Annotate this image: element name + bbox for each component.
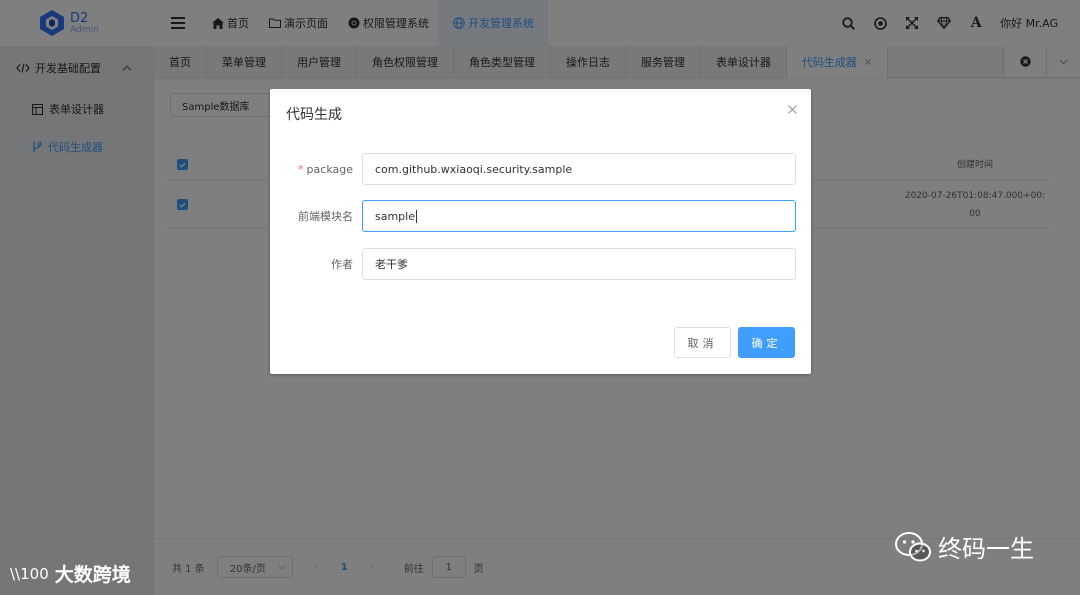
field-label-text: package xyxy=(306,162,353,176)
field-label-author: 作者 xyxy=(331,258,353,271)
form-row-module-name: 前端模块名 sample xyxy=(270,200,811,232)
watermark-left-text: 大数跨境 xyxy=(54,564,131,586)
watermark-left: \\100 大数跨境 xyxy=(10,560,131,587)
package-input-value: com.github.wxiaoqi.security.sample xyxy=(375,162,573,176)
module-name-input-value: sample xyxy=(375,209,415,223)
confirm-button[interactable]: 确定 xyxy=(738,327,795,358)
watermark-badge: \\100 xyxy=(10,564,49,583)
form-row-author: 作者 老干爹 xyxy=(270,248,811,280)
wechat-icon xyxy=(895,531,931,561)
text-cursor xyxy=(416,209,417,223)
field-label-module-name: 前端模块名 xyxy=(298,210,353,223)
package-input[interactable]: com.github.wxiaoqi.security.sample xyxy=(362,153,796,185)
form-row-package: * package com.github.wxiaoqi.security.sam… xyxy=(270,153,811,185)
watermark-right: 终码一生 xyxy=(894,529,1034,564)
required-mark: * xyxy=(298,162,304,176)
dialog-title: 代码生成 xyxy=(286,107,342,123)
module-name-input[interactable]: sample xyxy=(362,200,796,232)
watermark-right-text: 终码一生 xyxy=(938,535,1034,563)
dialog-close-button[interactable] xyxy=(788,103,797,117)
field-label-package: * package xyxy=(270,163,353,176)
cancel-button[interactable]: 取消 xyxy=(674,327,731,358)
code-generate-dialog: 代码生成 * package com.github.wxiaoqi.securit… xyxy=(270,89,811,374)
author-input-value: 老干爹 xyxy=(375,258,408,271)
close-icon xyxy=(788,105,797,114)
author-input[interactable]: 老干爹 xyxy=(362,248,796,280)
